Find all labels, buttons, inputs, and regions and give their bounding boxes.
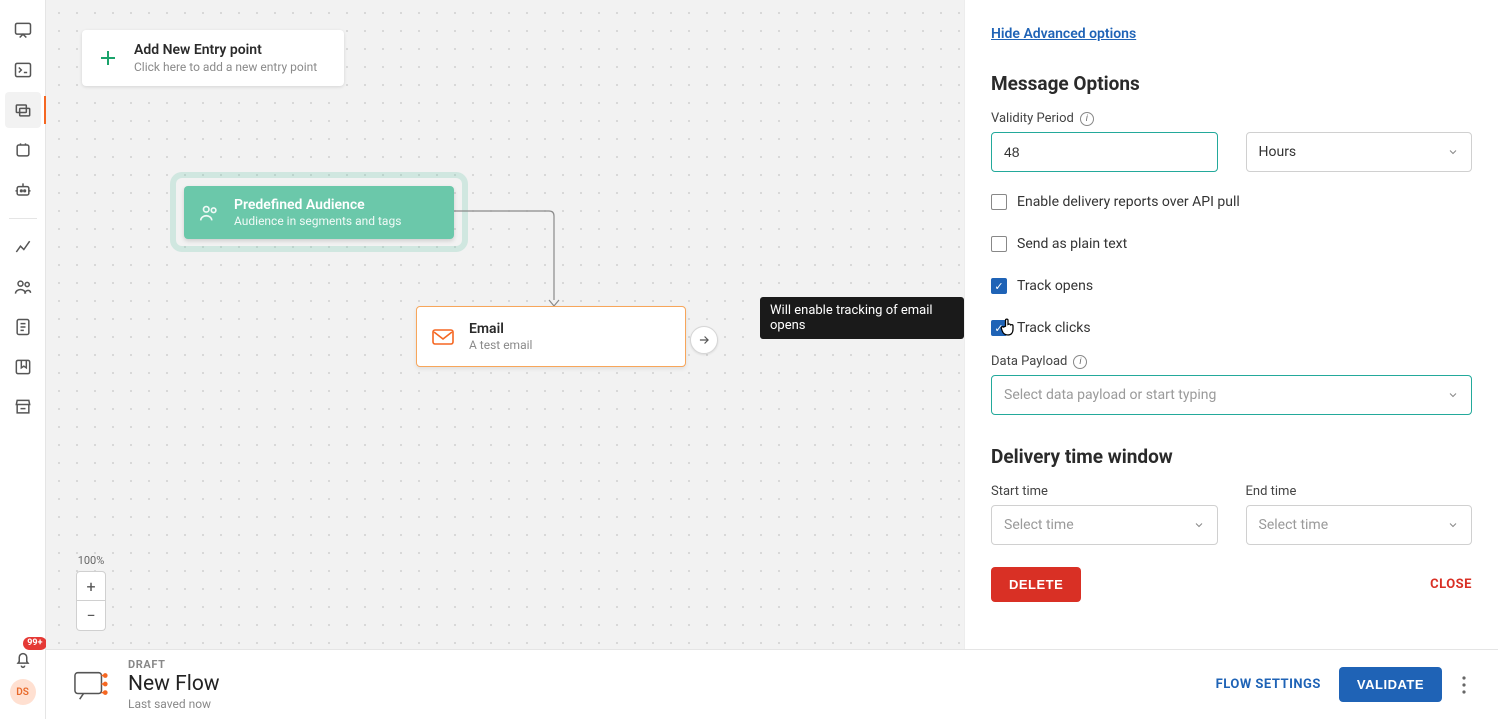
email-icon: [431, 327, 455, 347]
nav-bot-icon[interactable]: [5, 172, 41, 208]
add-entry-point-card[interactable]: Add New Entry point Click here to add a …: [82, 30, 344, 86]
info-icon[interactable]: i: [1073, 355, 1087, 369]
zoom-level-label: 100%: [78, 554, 105, 567]
validity-period-input[interactable]: [991, 132, 1218, 172]
nav-analytics-icon[interactable]: [5, 229, 41, 265]
flow-status-badge: DRAFT: [128, 658, 220, 671]
nav-store-icon[interactable]: [5, 389, 41, 425]
more-menu-icon[interactable]: [1456, 670, 1472, 700]
track-opens-tooltip: Will enable tracking of email opens: [760, 297, 964, 339]
delete-button[interactable]: DELETE: [991, 567, 1081, 602]
email-node-title: Email: [469, 321, 532, 337]
email-node[interactable]: Email A test email: [416, 306, 686, 367]
checkbox-label: Track opens: [1017, 278, 1093, 294]
entry-card-subtitle: Click here to add a new entry point: [134, 60, 317, 74]
nav-people-icon[interactable]: [5, 269, 41, 305]
zoom-in-button[interactable]: +: [76, 571, 106, 601]
notifications-icon[interactable]: 99+: [5, 641, 41, 677]
checkbox-label: Track clicks: [1017, 320, 1091, 336]
email-node-output-port[interactable]: [690, 326, 718, 354]
checkbox-unchecked-icon: [991, 236, 1007, 252]
nav-broadcast-icon[interactable]: [5, 132, 41, 168]
notifications-badge: 99+: [23, 637, 46, 650]
checkbox-label: Send as plain text: [1017, 236, 1127, 252]
end-time-select[interactable]: Select time: [1246, 505, 1473, 545]
chevron-down-icon: [1447, 146, 1459, 158]
checkbox-label: Enable delivery reports over API pull: [1017, 194, 1240, 210]
email-settings-panel: Hide Advanced options Message Options Va…: [964, 0, 1498, 649]
flow-icon: [72, 667, 112, 703]
nav-conversations-icon[interactable]: [5, 12, 41, 48]
start-time-label: Start time: [991, 484, 1218, 499]
enable-delivery-reports-checkbox[interactable]: Enable delivery reports over API pull: [991, 194, 1472, 210]
flow-settings-button[interactable]: FLOW SETTINGS: [1216, 677, 1321, 692]
hide-advanced-link[interactable]: Hide Advanced options: [991, 26, 1136, 42]
zoom-control: 100% + −: [76, 554, 106, 631]
end-time-label: End time: [1246, 484, 1473, 499]
data-payload-label: Data Payload i: [991, 354, 1472, 369]
predefined-audience-node[interactable]: Predefined Audience Audience in segments…: [184, 186, 454, 239]
plus-icon: [96, 46, 120, 70]
checkbox-unchecked-icon: [991, 194, 1007, 210]
track-clicks-checkbox[interactable]: ✓ Track clicks: [991, 320, 1472, 336]
validity-unit-select[interactable]: Hours: [1246, 132, 1473, 172]
chevron-down-icon: [1447, 519, 1459, 531]
flow-canvas[interactable]: Add New Entry point Click here to add a …: [46, 0, 964, 649]
close-button[interactable]: CLOSE: [1430, 577, 1472, 592]
start-time-select[interactable]: Select time: [991, 505, 1218, 545]
chevron-down-icon: [1447, 389, 1459, 401]
avatar[interactable]: DS: [10, 679, 36, 705]
checkbox-checked-icon: ✓: [991, 278, 1007, 294]
validity-period-label: Validity Period i: [991, 111, 1472, 126]
audience-node-title: Predefined Audience: [234, 197, 401, 213]
validate-button[interactable]: VALIDATE: [1339, 667, 1442, 702]
validity-unit-value: Hours: [1259, 144, 1297, 160]
track-opens-checkbox[interactable]: ✓ Track opens: [991, 278, 1472, 294]
checkbox-checked-icon: ✓: [991, 320, 1007, 336]
chevron-down-icon: [1193, 519, 1205, 531]
data-payload-placeholder: Select data payload or start typing: [1004, 387, 1216, 403]
audience-icon: [198, 202, 220, 224]
delivery-window-heading: Delivery time window: [991, 445, 1472, 468]
connector-line: [454, 210, 594, 310]
send-plain-text-checkbox[interactable]: Send as plain text: [991, 236, 1472, 252]
footer-bar: DRAFT New Flow Last saved now FLOW SETTI…: [46, 649, 1498, 719]
start-time-placeholder: Select time: [1004, 517, 1074, 533]
nav-bookmark-icon[interactable]: [5, 349, 41, 385]
nav-docs-icon[interactable]: [5, 309, 41, 345]
nav-flow-icon[interactable]: [5, 92, 41, 128]
audience-node-subtitle: Audience in segments and tags: [234, 214, 401, 228]
info-icon[interactable]: i: [1080, 112, 1094, 126]
left-nav-rail: 99+ DS: [0, 0, 46, 719]
end-time-placeholder: Select time: [1259, 517, 1329, 533]
message-options-heading: Message Options: [991, 72, 1472, 95]
entry-card-title: Add New Entry point: [134, 42, 317, 58]
nav-terminal-icon[interactable]: [5, 52, 41, 88]
data-payload-select[interactable]: Select data payload or start typing: [991, 375, 1472, 415]
flow-title[interactable]: New Flow: [128, 672, 220, 696]
flow-last-saved: Last saved now: [128, 697, 220, 711]
email-node-subtitle: A test email: [469, 338, 532, 352]
zoom-out-button[interactable]: −: [76, 601, 106, 631]
